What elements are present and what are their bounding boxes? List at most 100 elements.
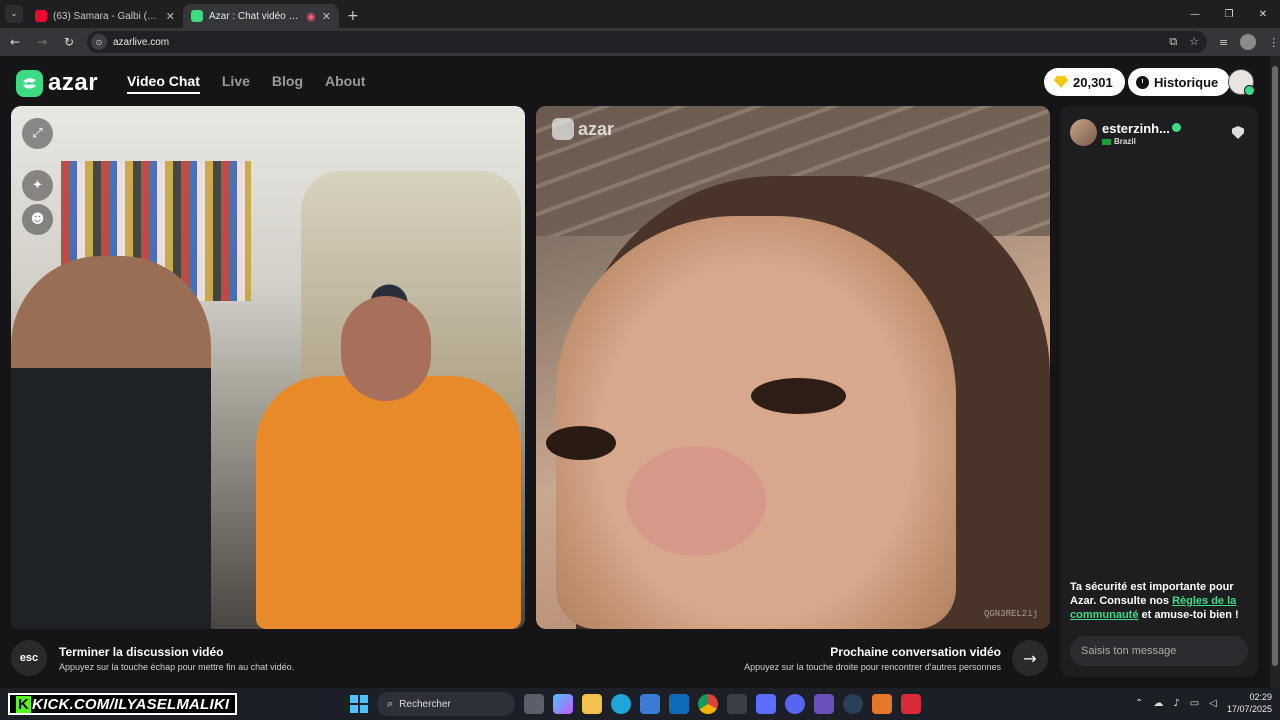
- forward-icon[interactable]: →: [30, 30, 54, 54]
- taskbar-search[interactable]: ⌕ Rechercher: [377, 692, 515, 716]
- tab-title: Azar : Chat vidéo avec de n: [209, 10, 300, 22]
- tab-youtube[interactable]: (63) Samara - Galbi (Official Mu ✕: [27, 4, 183, 28]
- steam-icon[interactable]: [843, 694, 863, 714]
- history-label: Historique: [1154, 74, 1219, 90]
- scrollbar-thumb[interactable]: [1272, 66, 1278, 666]
- my-video-feed: ⤢ ✦ ☻: [11, 106, 525, 629]
- clock-icon: [1136, 75, 1149, 89]
- youtube-icon: [35, 10, 47, 22]
- face-filter-icon[interactable]: ☻: [22, 204, 53, 235]
- taskbar-apps: ⌕ Rechercher: [350, 692, 921, 716]
- person-left: [11, 256, 211, 629]
- sparkle-effects-icon[interactable]: ✦: [22, 170, 53, 201]
- history-button[interactable]: Historique: [1128, 68, 1231, 96]
- end-chat-hint: Appuyez sur la touche échap pour mettre …: [59, 662, 295, 672]
- profile-icon[interactable]: [1240, 34, 1257, 50]
- clock-time: 02:29: [1249, 692, 1272, 702]
- nav-live[interactable]: Live: [222, 73, 250, 94]
- close-window-icon[interactable]: ✕: [1246, 0, 1280, 28]
- tray-chevron-icon[interactable]: ⌃: [1135, 698, 1143, 709]
- volume-icon[interactable]: ◁: [1209, 698, 1217, 709]
- main-nav: Video Chat Live Blog About: [127, 73, 365, 94]
- nav-video-chat[interactable]: Video Chat: [127, 73, 200, 94]
- watermark-text: azar: [578, 118, 615, 139]
- azar-watermark-icon: [552, 118, 574, 140]
- cast-icon[interactable]: ⧉: [1169, 35, 1177, 49]
- logo-text: azar: [48, 69, 99, 96]
- end-chat-button[interactable]: esc: [11, 640, 47, 676]
- person-right-head: [341, 296, 431, 401]
- verified-badge-icon: [1172, 123, 1181, 132]
- app-red-icon[interactable]: [901, 694, 921, 714]
- store-icon[interactable]: [640, 694, 660, 714]
- next-chat-hint: Appuyez sur la touche droite pour rencon…: [744, 662, 1001, 672]
- partner-eye-left: [546, 426, 616, 460]
- url-field[interactable]: ⊙ azarlive.com ⧉ ☆: [87, 31, 1207, 53]
- network-icon[interactable]: ☁: [1153, 698, 1163, 709]
- discord-icon[interactable]: [785, 694, 805, 714]
- kick-logo-icon: K: [16, 695, 32, 713]
- app-orange-icon[interactable]: [872, 694, 892, 714]
- partner-video-feed: azar QGN3REL2ij: [536, 106, 1050, 629]
- partner-avatar[interactable]: [1070, 119, 1097, 146]
- kick-overlay-text: KICK.COM/ILYASELMALIKI: [32, 695, 230, 713]
- nav-blog[interactable]: Blog: [272, 73, 303, 94]
- new-tab-icon[interactable]: +: [347, 8, 359, 24]
- recording-dot-icon: ◉: [306, 9, 316, 23]
- close-tab-icon[interactable]: ✕: [166, 10, 175, 23]
- outlook-icon[interactable]: [669, 694, 689, 714]
- mail-app-icon[interactable]: [727, 694, 747, 714]
- page-scrollbar[interactable]: [1270, 56, 1280, 688]
- site-header: azar Video Chat Live Blog About 20,301 H…: [0, 56, 1270, 106]
- tab-title: (63) Samara - Galbi (Official Mu: [53, 10, 160, 22]
- back-icon[interactable]: ←: [3, 30, 27, 54]
- coin-balance-button[interactable]: 20,301: [1044, 68, 1125, 96]
- edge-icon[interactable]: [611, 694, 631, 714]
- report-shield-icon[interactable]: [1232, 126, 1244, 139]
- clock-date: 17/07/2025: [1226, 704, 1272, 714]
- windows-taskbar: K KICK.COM/ILYASELMALIKI ⌕ Rechercher ⌃ ☁…: [0, 688, 1280, 720]
- copilot-icon[interactable]: [553, 694, 573, 714]
- media-controls-icon[interactable]: ≡: [1219, 36, 1228, 49]
- kick-overlay: K KICK.COM/ILYASELMALIKI: [8, 693, 238, 715]
- windows-start-icon[interactable]: [350, 695, 368, 713]
- azar-page: azar Video Chat Live Blog About 20,301 H…: [0, 56, 1270, 688]
- system-tray: ⌃ ☁ ♪ ▭ ◁ 02:29 17/07/2025: [1135, 691, 1272, 715]
- chat-app-icon[interactable]: [756, 694, 776, 714]
- azar-logo[interactable]: azar: [16, 69, 98, 97]
- microphone-icon[interactable]: ♪: [1173, 698, 1179, 709]
- tab-azar[interactable]: Azar : Chat vidéo avec de n ◉ ✕: [183, 4, 339, 28]
- display-icon[interactable]: ▭: [1190, 698, 1199, 709]
- azar-favicon-icon: [191, 10, 203, 22]
- reload-icon[interactable]: ↻: [57, 30, 81, 54]
- azar-logo-icon: [16, 69, 43, 97]
- site-info-icon[interactable]: ⊙: [91, 34, 107, 50]
- user-avatar[interactable]: [1228, 69, 1255, 96]
- expand-icon[interactable]: ⤢: [22, 118, 53, 149]
- window-controls: — ❐ ✕: [1178, 0, 1280, 28]
- search-label: Rechercher: [399, 698, 451, 710]
- partner-name[interactable]: esterzinh...: [1102, 121, 1170, 136]
- close-tab-icon[interactable]: ✕: [322, 10, 331, 23]
- task-view-icon[interactable]: [524, 694, 544, 714]
- game-controller-icon[interactable]: [814, 694, 834, 714]
- chrome-icon[interactable]: [698, 694, 718, 714]
- browser-tab-bar: ⌄ (63) Samara - Galbi (Official Mu ✕ Aza…: [0, 0, 1280, 28]
- bookmark-star-icon[interactable]: ☆: [1189, 35, 1199, 49]
- restore-icon[interactable]: ❐: [1212, 0, 1246, 28]
- partner-country: Brazil: [1102, 137, 1136, 146]
- file-explorer-icon[interactable]: [582, 694, 602, 714]
- menu-kebab-icon[interactable]: ⋮: [1268, 36, 1279, 49]
- taskbar-clock[interactable]: 02:29 17/07/2025: [1227, 691, 1272, 715]
- next-chat-arrow-icon[interactable]: →: [1012, 640, 1048, 676]
- end-chat-title: Terminer la discussion vidéo: [59, 645, 224, 659]
- tab-search-dropdown-icon[interactable]: ⌄: [5, 5, 23, 23]
- partner-nose: [626, 446, 766, 556]
- message-input[interactable]: [1070, 636, 1248, 666]
- minimize-icon[interactable]: —: [1178, 0, 1212, 28]
- search-icon: ⌕: [387, 697, 394, 710]
- partner-eye-right: [751, 378, 846, 414]
- chat-panel: esterzinh... Brazil Ta sécurité est impo…: [1060, 106, 1258, 677]
- next-chat-title: Prochaine conversation vidéo: [830, 645, 1001, 659]
- nav-about[interactable]: About: [325, 73, 365, 94]
